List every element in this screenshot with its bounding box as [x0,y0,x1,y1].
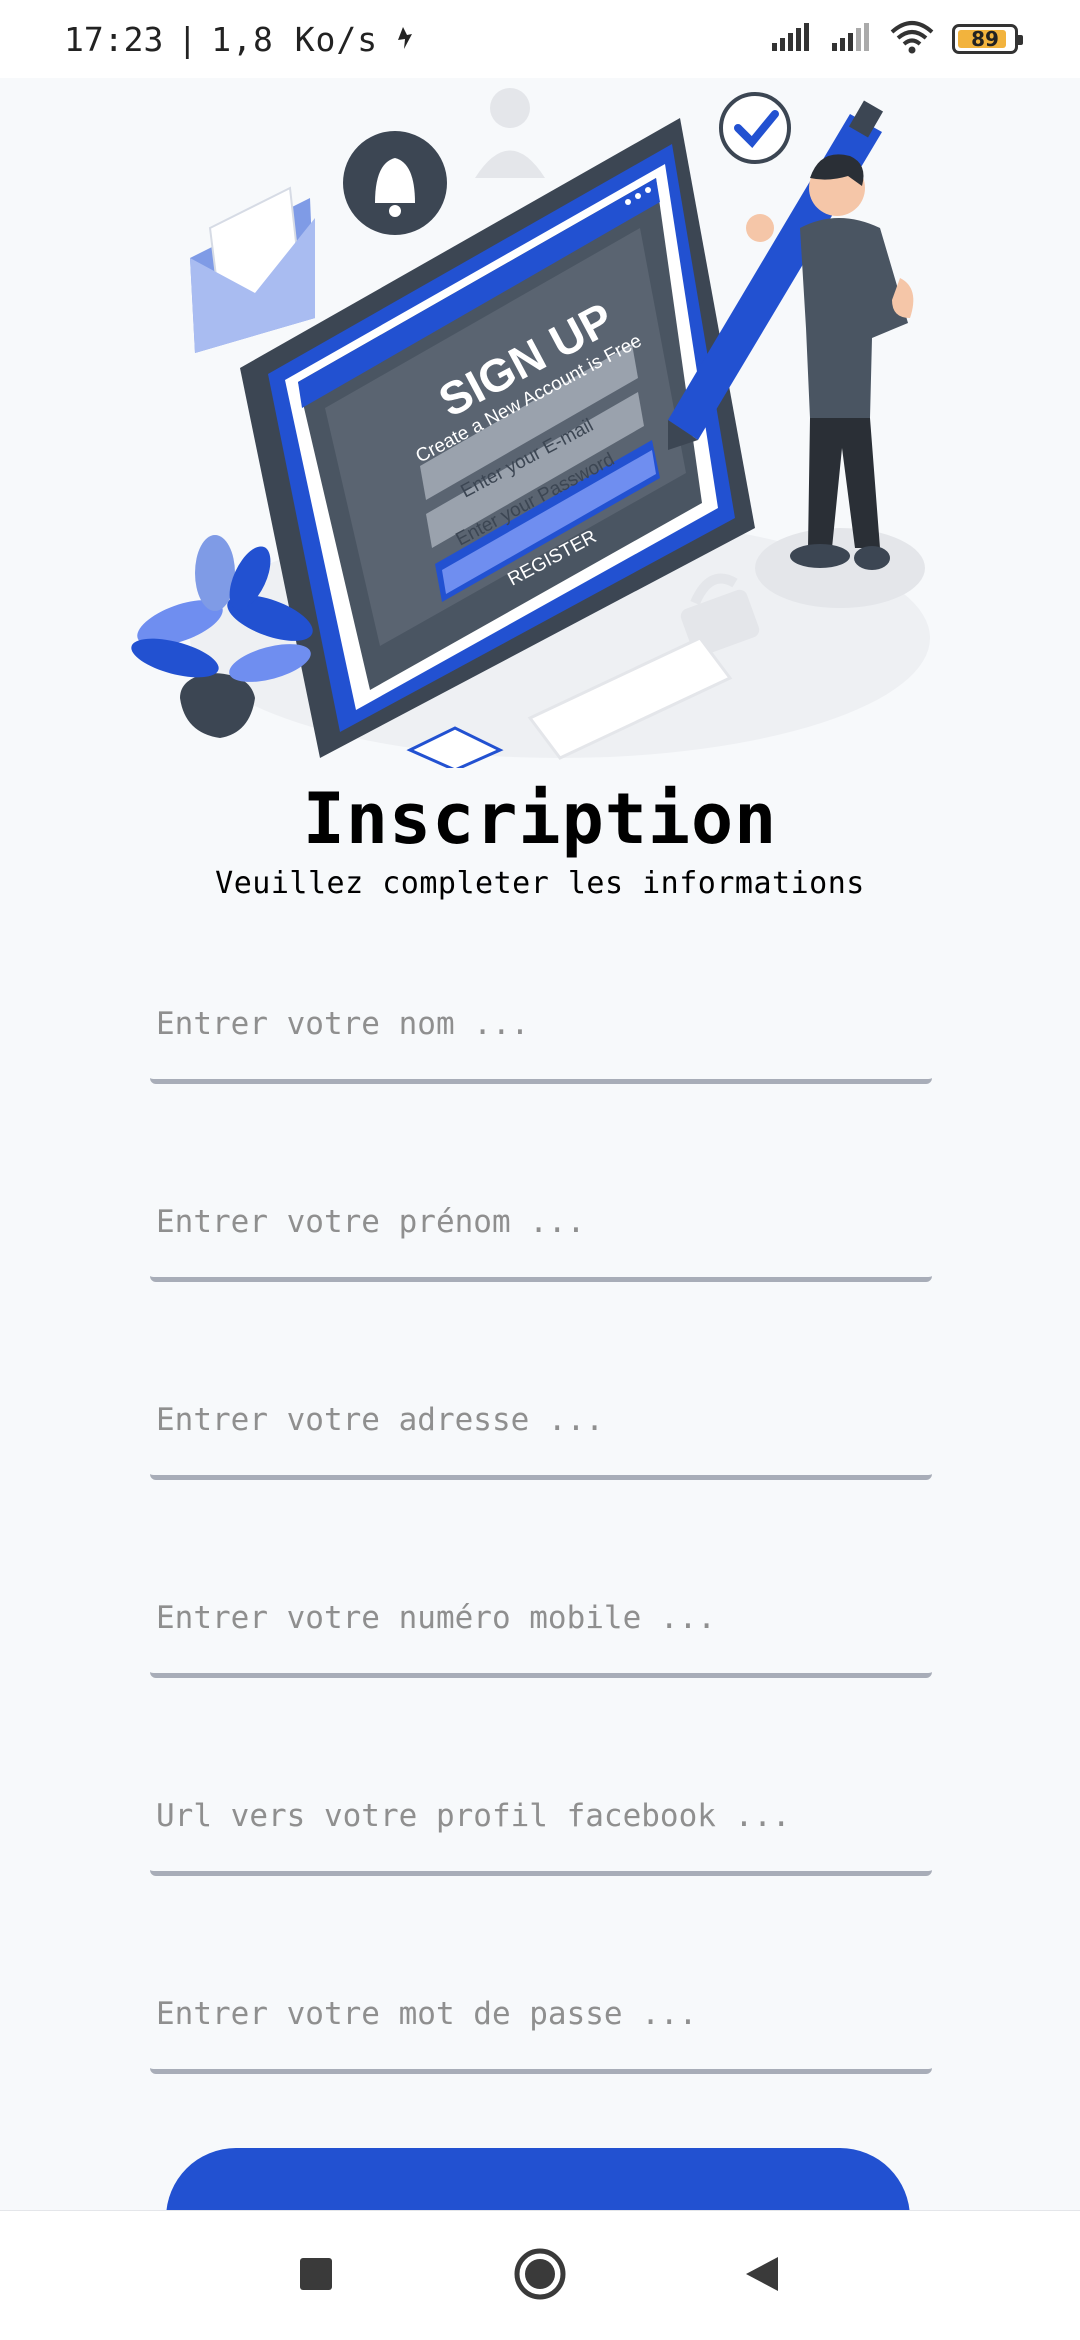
home-button[interactable] [470,2211,610,2340]
back-triangle-icon [744,2255,780,2297]
bell-icon [343,131,447,235]
signal-secondary-icon [830,21,872,57]
battery-icon: 89 [952,24,1023,54]
envelope-icon [190,186,315,353]
mobile-field[interactable] [150,1568,932,1678]
recents-square-icon [299,2257,333,2295]
firstname-input[interactable] [156,1172,926,1272]
page-title: Inscription [302,778,778,860]
firstname-field[interactable] [150,1172,932,1282]
battery-level: 89 [971,27,999,51]
address-input[interactable] [156,1370,926,1470]
network-speed: 1,8 Ko/s [211,19,379,59]
back-button[interactable] [692,2211,832,2340]
home-circle-icon [513,2247,567,2305]
address-field[interactable] [150,1370,932,1480]
status-left: 17:23 | 1,8 Ko/s [64,20,414,59]
mobile-input[interactable] [156,1568,926,1668]
name-input[interactable] [156,974,926,1074]
status-right: 89 [770,20,1023,58]
password-field[interactable] [150,1964,932,2074]
user-icon [475,88,545,178]
check-badge-icon [719,92,791,164]
notification-icon [392,20,414,59]
facebook-url-input[interactable] [156,1766,926,1866]
password-input[interactable] [156,1964,926,2064]
facebook-url-field[interactable] [150,1766,932,1876]
signal-icon [770,21,812,57]
wifi-icon [890,20,934,58]
signup-illustration: SIGN UP Create a New Account is Free Ent… [120,78,960,772]
recents-button[interactable] [246,2211,386,2340]
navigation-bar [0,2210,1080,2340]
status-bar: 17:23 | 1,8 Ko/s 89 [0,0,1080,78]
status-separator: | [177,19,198,59]
status-time: 17:23 [64,19,164,59]
name-field[interactable] [150,974,932,1084]
page-subtitle: Veuillez completer les informations [215,866,865,901]
